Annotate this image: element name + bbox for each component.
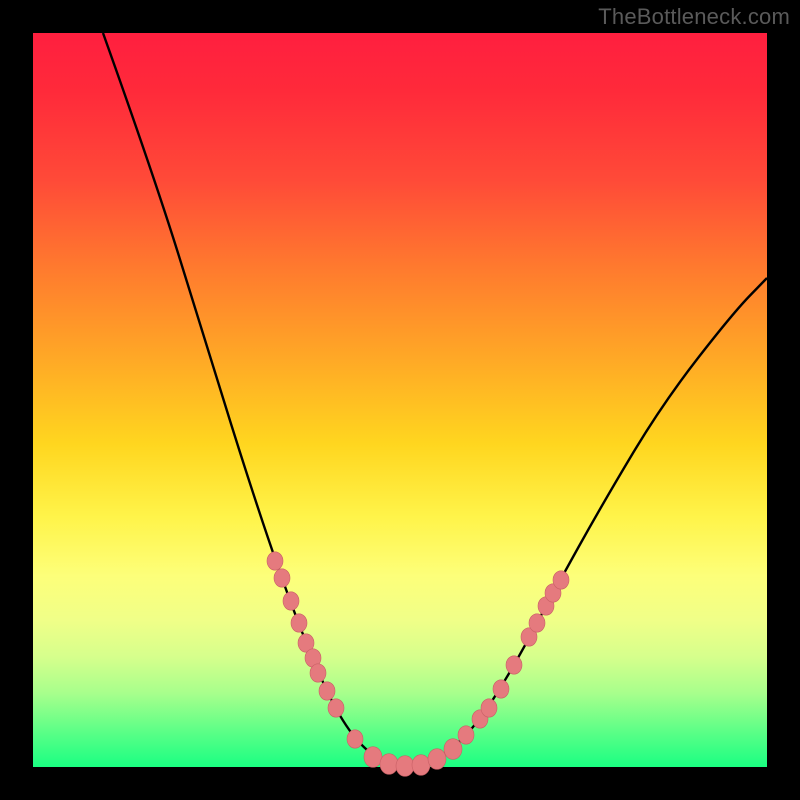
data-dot <box>458 726 474 744</box>
chart-frame: TheBottleneck.com <box>0 0 800 800</box>
data-dot <box>310 664 326 682</box>
data-dot <box>319 682 335 700</box>
bottleneck-curve <box>33 33 767 767</box>
data-dot <box>328 699 344 717</box>
data-dot <box>291 614 307 632</box>
curve-path <box>103 33 767 765</box>
data-dot <box>428 749 446 770</box>
data-dot <box>444 739 462 760</box>
data-dot <box>481 699 497 717</box>
chart-plot-area <box>33 33 767 767</box>
data-dot <box>412 755 430 776</box>
data-dot <box>396 756 414 777</box>
data-dot <box>493 680 509 698</box>
data-dot <box>529 614 545 632</box>
data-dot <box>347 730 363 748</box>
data-dot <box>506 656 522 674</box>
watermark-text: TheBottleneck.com <box>598 4 790 30</box>
dots-right <box>458 571 569 744</box>
data-dot <box>553 571 569 589</box>
data-dot <box>274 569 290 587</box>
dots-valley <box>364 739 462 777</box>
data-dot <box>364 747 382 768</box>
data-dot <box>380 754 398 775</box>
data-dot <box>283 592 299 610</box>
dots-left <box>267 552 363 748</box>
data-dot <box>267 552 283 570</box>
